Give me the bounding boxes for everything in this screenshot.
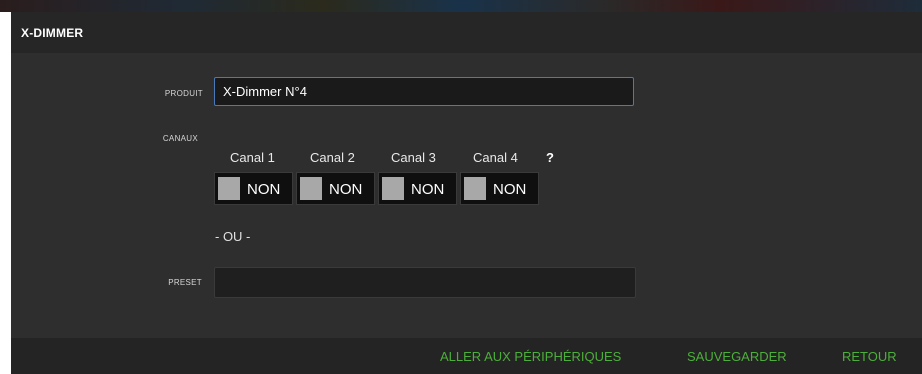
produit-input[interactable] xyxy=(214,77,634,106)
goto-devices-button[interactable]: ALLER AUX PÉRIPHÉRIQUES xyxy=(440,349,621,364)
canal-1-toggle[interactable]: NON xyxy=(214,172,293,205)
dialog-header: X-DIMMER xyxy=(11,12,922,53)
canal-1-label: Canal 1 xyxy=(230,150,275,165)
toggle-state: NON xyxy=(247,181,281,198)
toggle-knob xyxy=(218,177,240,200)
toggle-knob xyxy=(464,177,486,200)
back-button[interactable]: RETOUR xyxy=(842,349,897,364)
canal-2-toggle[interactable]: NON xyxy=(296,172,375,205)
canal-4-toggle[interactable]: NON xyxy=(460,172,539,205)
help-icon[interactable]: ? xyxy=(546,150,554,165)
canal-4-label: Canal 4 xyxy=(473,150,518,165)
toggle-knob xyxy=(382,177,404,200)
toggle-state: NON xyxy=(493,181,527,198)
toggle-knob xyxy=(300,177,322,200)
save-button[interactable]: SAUVEGARDER xyxy=(687,349,787,364)
preset-label: PRESET xyxy=(168,278,202,287)
dialog-footer: ALLER AUX PÉRIPHÉRIQUES SAUVEGARDER RETO… xyxy=(11,338,922,374)
canal-3-label: Canal 3 xyxy=(391,150,436,165)
x-dimmer-dialog: X-DIMMER PRODUIT CANAUX Canal 1 Canal 2 … xyxy=(11,12,922,374)
canal-3-toggle[interactable]: NON xyxy=(378,172,457,205)
toggle-state: NON xyxy=(329,181,363,198)
produit-label: PRODUIT xyxy=(164,89,203,98)
canaux-label: CANAUX xyxy=(162,134,198,143)
or-separator: - OU - xyxy=(215,229,251,244)
canal-2-label: Canal 2 xyxy=(310,150,355,165)
toggle-state: NON xyxy=(411,181,445,198)
preset-input[interactable] xyxy=(214,267,636,298)
background-app-strip xyxy=(0,0,922,12)
dialog-title: X-DIMMER xyxy=(21,26,84,40)
